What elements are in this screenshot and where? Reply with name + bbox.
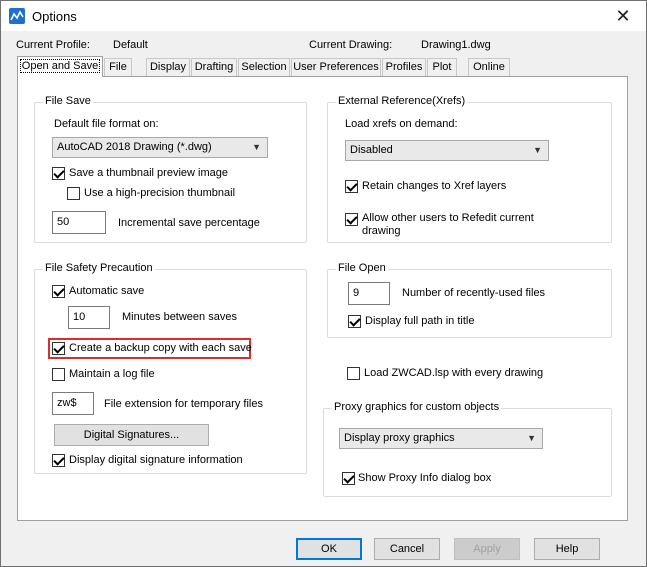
tab-display[interactable]: Display	[146, 58, 190, 76]
chevron-down-icon: ▼	[527, 433, 536, 443]
incremental-save-label: Incremental save percentage	[118, 217, 260, 229]
current-drawing-value: Drawing1.dwg	[421, 39, 491, 51]
current-profile-label: Current Profile:	[16, 39, 90, 51]
high-precision-checkbox[interactable]	[67, 187, 80, 200]
retain-changes-checkbox[interactable]	[345, 180, 358, 193]
file-format-select[interactable]: AutoCAD 2018 Drawing (*.dwg) ▼	[52, 137, 268, 158]
file-safety-group: File Safety Precaution Automatic save 10…	[34, 262, 307, 474]
display-signature-checkbox[interactable]	[52, 454, 65, 467]
xref-group: External Reference(Xrefs) Load xrefs on …	[327, 95, 612, 243]
proxy-graphics-value: Display proxy graphics	[344, 432, 455, 444]
minutes-label: Minutes between saves	[122, 311, 237, 323]
current-drawing-label: Current Drawing:	[309, 39, 393, 51]
allow-refedit-checkbox[interactable]	[345, 213, 358, 226]
tab-user-preferences[interactable]: User Preferences	[291, 58, 381, 76]
default-format-label: Default file format on:	[54, 118, 159, 130]
high-precision-label: Use a high-precision thumbnail	[84, 187, 236, 199]
log-file-checkbox[interactable]	[52, 368, 65, 381]
options-dialog: Options ✕ Current Profile: Default Curre…	[0, 0, 647, 567]
chevron-down-icon: ▼	[252, 142, 261, 152]
load-lsp-label: Load ZWCAD.lsp with every drawing	[364, 367, 544, 379]
autosave-checkbox[interactable]	[52, 285, 65, 298]
tab-plot[interactable]: Plot	[427, 58, 457, 76]
allow-refedit-label-line2: drawing	[362, 225, 401, 237]
window-title: Options	[32, 9, 77, 24]
file-open-group: File Open 9 Number of recently-used file…	[327, 262, 612, 338]
autosave-label: Automatic save	[69, 285, 145, 297]
cancel-button[interactable]: Cancel	[374, 538, 440, 560]
xref-title: External Reference(Xrefs)	[336, 95, 468, 107]
close-icon[interactable]: ✕	[600, 1, 646, 31]
log-file-label: Maintain a log file	[69, 368, 155, 380]
file-open-title: File Open	[336, 262, 388, 274]
incremental-save-input[interactable]: 50	[52, 211, 106, 234]
ok-button[interactable]: OK	[296, 538, 362, 560]
apply-button[interactable]: Apply	[454, 538, 520, 560]
proxy-info-checkbox[interactable]	[342, 472, 355, 485]
allow-refedit-label: Allow other users to Refedit current	[362, 212, 534, 224]
temp-ext-label: File extension for temporary files	[104, 398, 263, 410]
tab-online[interactable]: Online	[468, 58, 510, 76]
proxy-info-label: Show Proxy Info dialog box	[358, 472, 492, 484]
digital-signatures-button[interactable]: Digital Signatures...	[54, 424, 209, 446]
file-safety-title: File Safety Precaution	[43, 262, 155, 274]
full-path-checkbox[interactable]	[348, 315, 361, 328]
display-signature-label: Display digital signature information	[69, 454, 243, 466]
load-xrefs-select[interactable]: Disabled ▼	[345, 140, 549, 161]
backup-label: Create a backup copy with each save	[69, 342, 252, 354]
current-profile-value: Default	[113, 39, 148, 51]
file-save-title: File Save	[43, 95, 93, 107]
proxy-group: Proxy graphics for custom objects Displa…	[323, 401, 612, 497]
full-path-label: Display full path in title	[365, 315, 475, 327]
proxy-graphics-select[interactable]: Display proxy graphics ▼	[339, 428, 543, 449]
backup-checkbox[interactable]	[52, 342, 65, 355]
recent-files-input[interactable]: 9	[348, 282, 390, 305]
tab-open-and-save[interactable]: Open and Save	[17, 56, 103, 77]
thumbnail-label: Save a thumbnail preview image	[69, 167, 228, 179]
load-xrefs-label: Load xrefs on demand:	[345, 118, 458, 130]
tab-selection[interactable]: Selection	[238, 58, 290, 76]
retain-changes-label: Retain changes to Xref layers	[362, 180, 507, 192]
title-bar[interactable]: Options ✕	[1, 1, 646, 31]
app-icon	[9, 8, 25, 24]
file-format-value: AutoCAD 2018 Drawing (*.dwg)	[57, 141, 212, 153]
tab-profiles[interactable]: Profiles	[382, 58, 426, 76]
temp-ext-input[interactable]: zw$	[52, 392, 94, 415]
tab-panel: File Save Default file format on: AutoCA…	[17, 76, 628, 521]
help-button[interactable]: Help	[534, 538, 600, 560]
file-save-group: File Save Default file format on: AutoCA…	[34, 95, 307, 243]
thumbnail-checkbox[interactable]	[52, 167, 65, 180]
load-lsp-checkbox[interactable]	[347, 367, 360, 380]
recent-files-label: Number of recently-used files	[402, 287, 546, 299]
tab-file[interactable]: File	[104, 58, 132, 76]
tab-drafting[interactable]: Drafting	[191, 58, 237, 76]
load-xrefs-value: Disabled	[350, 144, 393, 156]
proxy-title: Proxy graphics for custom objects	[332, 401, 502, 413]
chevron-down-icon: ▼	[533, 145, 542, 155]
minutes-input[interactable]: 10	[68, 306, 110, 329]
